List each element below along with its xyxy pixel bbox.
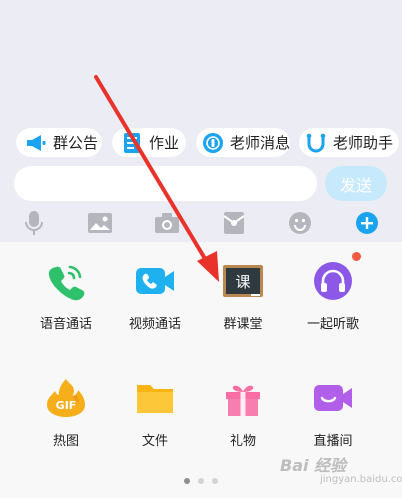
svg-text:GIF: GIF — [56, 399, 77, 412]
classroom-board-icon: 课 — [223, 261, 263, 301]
teacher-badge-icon — [202, 132, 224, 154]
teacher-assistant-chip[interactable]: 老师助手 — [299, 128, 399, 157]
voice-call-item[interactable]: 语音通话 — [26, 261, 106, 332]
feature-label: 群课堂 — [223, 317, 263, 332]
input-toolbar — [0, 206, 402, 240]
live-room-icon — [313, 378, 353, 418]
listen-together-item[interactable]: 一起听歌 — [293, 252, 373, 332]
feature-label: 文件 — [141, 434, 168, 449]
send-button[interactable]: 发送 — [325, 166, 387, 201]
feature-label: 直播间 — [313, 434, 353, 449]
emoji-icon[interactable] — [286, 210, 314, 236]
megaphone-icon — [25, 132, 47, 154]
red-packet-icon[interactable] — [220, 210, 248, 236]
chip-label: 群公告 — [53, 134, 99, 152]
feature-label: 视频通话 — [128, 317, 181, 332]
feature-label: 语音通话 — [39, 317, 92, 332]
plus-icon[interactable] — [353, 210, 381, 236]
page-dot[interactable] — [198, 478, 204, 484]
svg-text:课: 课 — [235, 273, 250, 291]
chip-label: 作业 — [149, 134, 180, 152]
microphone-icon[interactable] — [20, 210, 48, 236]
document-icon — [121, 132, 143, 154]
video-call-icon — [135, 261, 175, 301]
page-dot[interactable] — [212, 478, 218, 484]
homework-chip[interactable]: 作业 — [112, 128, 186, 157]
folder-icon — [135, 378, 175, 418]
teacher-messages-chip[interactable]: 老师消息 — [196, 128, 290, 157]
gif-icon: GIF — [46, 378, 86, 418]
headphones-icon — [313, 252, 361, 301]
page-dot-active[interactable] — [184, 478, 190, 484]
image-icon[interactable] — [86, 210, 114, 236]
video-call-item[interactable]: 视频通话 — [115, 261, 195, 332]
assistant-icon — [305, 132, 327, 154]
hot-gif-item[interactable]: GIF 热图 — [26, 378, 106, 449]
watermark-subtext: jingyan.baidu.com — [320, 474, 402, 485]
baidu-watermark: Bai 经验 jingyan.baidu.com — [280, 452, 402, 485]
feature-label: 一起听歌 — [306, 317, 359, 332]
live-room-item[interactable]: 直播间 — [293, 378, 373, 449]
camera-icon[interactable] — [153, 210, 181, 236]
feature-label: 礼物 — [229, 434, 256, 449]
chat-message-area — [0, 0, 402, 128]
quick-action-bar: 群公告 作业 老师消息 老师助手 — [0, 128, 402, 158]
group-classroom-item[interactable]: 课 群课堂 — [203, 261, 283, 332]
gift-item[interactable]: 礼物 — [203, 378, 283, 449]
watermark-text: Bai 经验 — [280, 456, 347, 475]
message-input-row: 发送 — [0, 166, 402, 202]
chip-label: 老师消息 — [230, 134, 291, 152]
chip-label: 老师助手 — [333, 134, 394, 152]
phone-icon — [46, 261, 86, 301]
file-item[interactable]: 文件 — [115, 378, 195, 449]
feature-label: 热图 — [52, 434, 79, 449]
gift-icon — [223, 378, 263, 418]
message-input[interactable] — [14, 166, 317, 201]
group-announcement-chip[interactable]: 群公告 — [16, 128, 102, 157]
notification-badge — [352, 252, 361, 261]
